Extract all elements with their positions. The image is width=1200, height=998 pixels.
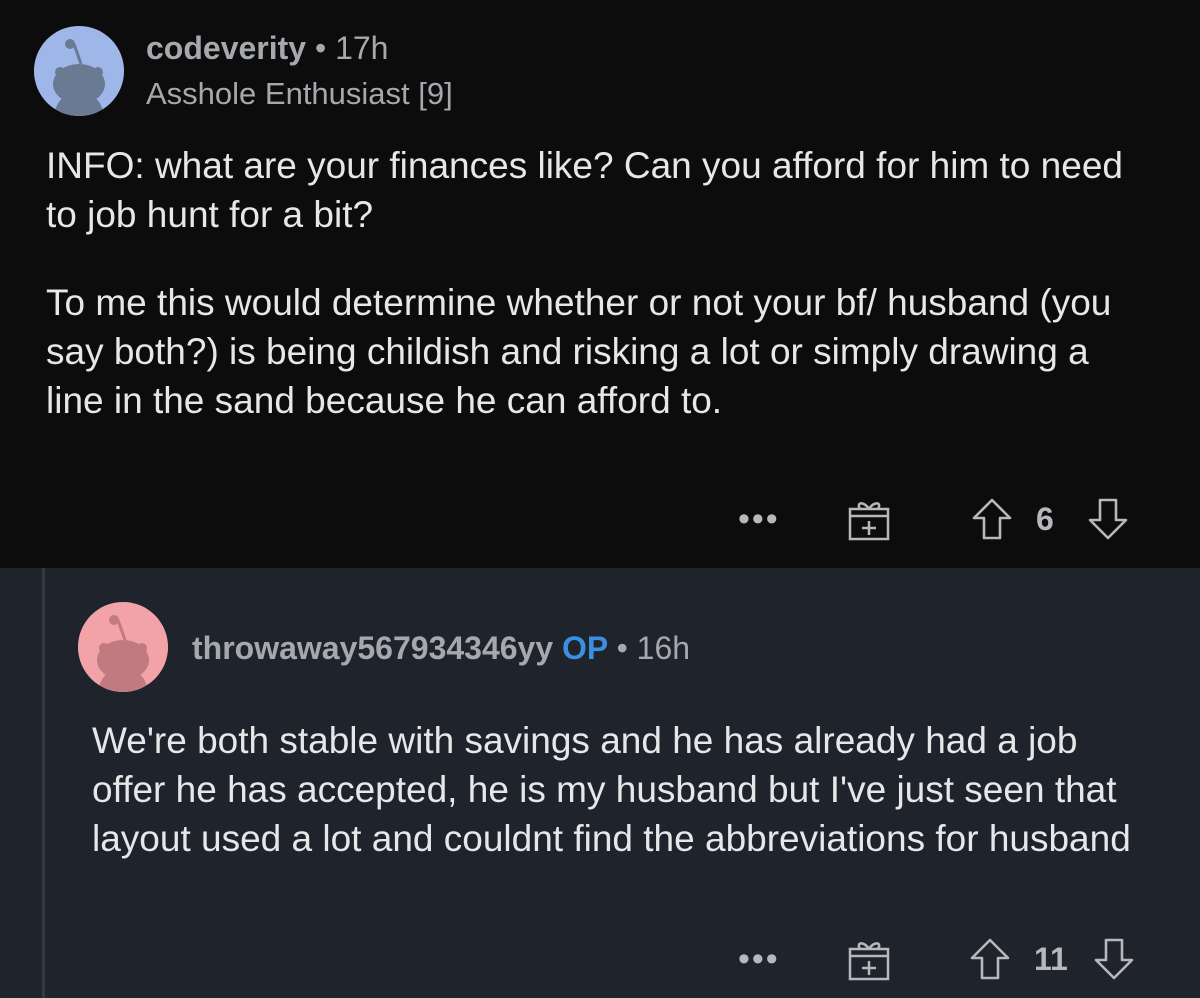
- snoo-avatar-icon: [34, 26, 124, 116]
- gift-award-icon: [848, 502, 890, 541]
- avatar[interactable]: [78, 602, 168, 692]
- reply-paragraph: We're both stable with savings and he ha…: [92, 720, 1131, 859]
- thread-line[interactable]: [42, 568, 45, 998]
- vote-count: 6: [1036, 500, 1054, 537]
- comment-paragraph: INFO: what are your finances like? Can y…: [46, 145, 1123, 235]
- upvote-arrow-icon: [970, 938, 1010, 980]
- upvote-button[interactable]: [970, 494, 1014, 544]
- username[interactable]: throwaway567934346yy: [192, 630, 553, 666]
- award-button[interactable]: [846, 494, 892, 544]
- downvote-arrow-icon: [1094, 938, 1134, 980]
- award-button[interactable]: [846, 934, 892, 984]
- downvote-button[interactable]: [1092, 934, 1136, 984]
- snoo-avatar-icon: [78, 602, 168, 692]
- upvote-button[interactable]: [968, 934, 1012, 984]
- op-badge: OP: [562, 630, 608, 666]
- more-options-icon[interactable]: •••: [738, 942, 780, 976]
- timestamp: 16h: [636, 630, 691, 666]
- more-options-icon[interactable]: •••: [738, 502, 780, 536]
- parent-comment: codeverity • 17h Asshole Enthusiast [9] …: [0, 0, 1200, 568]
- gift-award-icon: [848, 942, 890, 981]
- vote-count: 11: [1034, 940, 1068, 977]
- timestamp: 17h: [335, 30, 389, 66]
- upvote-arrow-icon: [972, 498, 1012, 540]
- meta-separator: •: [314, 30, 327, 66]
- downvote-button[interactable]: [1086, 494, 1130, 544]
- user-flair: Asshole Enthusiast [9]: [146, 76, 453, 111]
- username[interactable]: codeverity: [146, 30, 306, 66]
- avatar[interactable]: [34, 26, 124, 116]
- comment-paragraph: To me this would determine whether or no…: [46, 282, 1112, 421]
- comment-body: INFO: what are your finances like? Can y…: [46, 141, 1166, 425]
- reply-body: We're both stable with savings and he ha…: [92, 716, 1162, 863]
- downvote-arrow-icon: [1088, 498, 1128, 540]
- meta-separator: •: [616, 630, 628, 666]
